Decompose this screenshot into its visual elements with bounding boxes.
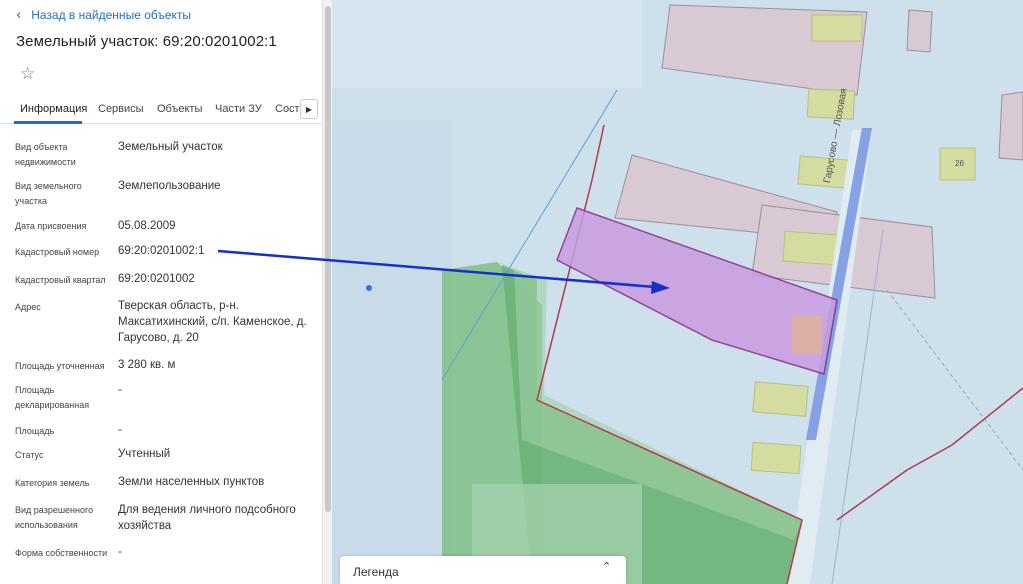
property-value: Для ведения личного подсобного хозяйства: [118, 504, 296, 532]
chevron-left-icon: ‹: [16, 7, 22, 23]
property-value: -: [118, 546, 122, 558]
property-label: Форма собственности: [15, 548, 108, 558]
property-value: Земельный участок: [118, 141, 223, 153]
property-label: Статус: [15, 450, 44, 460]
property-label: Категория земель: [15, 478, 90, 488]
property-label: Площадь уточненная: [15, 361, 105, 371]
property-label: Кадастровый номер: [15, 247, 100, 257]
property-label: Вид объекта недвижимости: [15, 142, 76, 167]
favorite-star-icon[interactable]: ☆: [20, 64, 35, 84]
structure: [811, 14, 863, 42]
structure-on-parcel: [792, 316, 822, 354]
tab-overflow-clip: Соста: [270, 96, 300, 124]
panel-scrollbar[interactable]: [322, 0, 332, 584]
property-value: 3 280 кв. м: [118, 359, 176, 371]
tab-services[interactable]: Сервисы: [98, 103, 144, 115]
scrollbar-thumb[interactable]: [325, 6, 331, 512]
property-value: Землепользование: [118, 180, 221, 192]
property-value: 69:20:0201002: [118, 273, 195, 285]
info-panel: ‹ Назад в найденные объекты Земельный уч…: [0, 0, 322, 584]
property-label: Дата присвоения: [15, 221, 87, 231]
chevron-up-icon[interactable]: ⌃: [602, 560, 611, 573]
property-label: Вид земельного участка: [15, 181, 82, 206]
boundary-red: [836, 387, 1023, 521]
house-number-label: 26: [955, 159, 964, 168]
building-outline: [998, 91, 1023, 161]
back-link-label: Назад в найденные объекты: [31, 8, 192, 22]
legend-panel[interactable]: Легенда ⌃: [340, 556, 626, 584]
back-link[interactable]: ‹ Назад в найденные объекты: [16, 6, 191, 24]
building-outline: [906, 9, 933, 53]
active-tab-indicator: [14, 121, 82, 124]
property-value: -: [118, 424, 122, 436]
property-value: Учтенный: [118, 448, 171, 460]
tabs-scroll-right-button[interactable]: ▶: [300, 99, 318, 119]
address-value: Тверская область, р-н. Максатихинский, с…: [118, 300, 307, 344]
map-canvas[interactable]: [332, 0, 1023, 584]
map-light-area: [332, 0, 642, 88]
tab-information[interactable]: Информация: [20, 103, 87, 115]
property-label: Кадастровый квартал: [15, 275, 106, 285]
structure: [782, 230, 838, 266]
property-label: Адрес: [15, 302, 41, 312]
tab-bar: Информация Сервисы Объекты Части ЗУ Сост…: [0, 96, 322, 124]
map-view[interactable]: Гарусово — Лозовая 26: [332, 0, 1023, 584]
property-value: 05.08.2009: [118, 220, 176, 232]
structure: [750, 441, 802, 475]
page-title: Земельный участок: 69:20:0201002:1: [16, 33, 277, 50]
property-label: Площадь декларированная: [15, 385, 90, 410]
property-value: -: [118, 384, 122, 396]
structure: [752, 381, 809, 417]
property-value: Земли населенных пунктов: [118, 476, 265, 488]
property-label: Площадь: [15, 426, 55, 436]
property-label: Вид разрешенного использования: [15, 505, 94, 530]
legend-title: Легенда: [353, 565, 399, 579]
location-dot-icon: [366, 285, 372, 291]
tab-objects[interactable]: Объекты: [157, 103, 202, 115]
tab-composition[interactable]: Соста: [275, 103, 300, 115]
map-light-area: [332, 120, 452, 584]
tab-parcel-parts[interactable]: Части ЗУ: [215, 103, 262, 115]
cadastral-number-value: 69:20:0201002:1: [118, 245, 205, 257]
